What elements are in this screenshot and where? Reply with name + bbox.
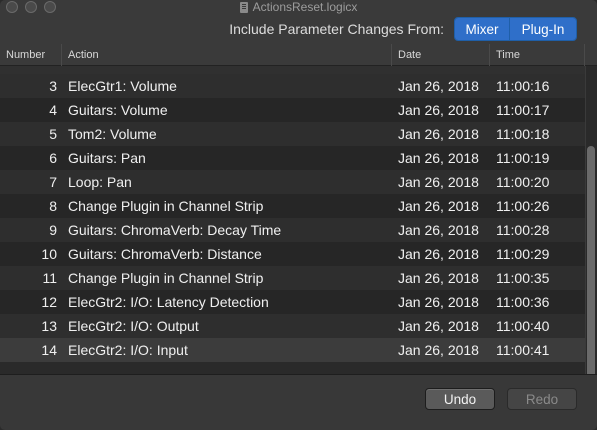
- row-date: Jan 26, 2018: [398, 174, 479, 190]
- window-title: ActionsReset.logicx: [252, 0, 358, 14]
- row-action: Guitars: ChromaVerb: Distance: [68, 246, 262, 262]
- row-number: 5: [49, 126, 57, 142]
- row-number: 11: [42, 270, 57, 286]
- row-time: 11:00:41: [496, 342, 550, 358]
- column-header-number[interactable]: Number: [0, 44, 62, 66]
- table-body: 3 ElecGtr1: Volume Jan 26, 2018 11:00:16 4 Gu…: [0, 66, 585, 374]
- row-number: 14: [41, 342, 57, 358]
- row-action: Change Plugin in Channel Strip: [68, 270, 264, 286]
- row-action: Tom2: Volume: [68, 126, 157, 142]
- column-header-action[interactable]: Action: [62, 44, 392, 66]
- row-time: 11:00:35: [496, 270, 550, 286]
- table-row[interactable]: 8 Change Plugin in Channel Strip Jan 26, 2…: [0, 194, 585, 218]
- row-number: 3: [49, 78, 57, 94]
- row-date: Jan 26, 2018: [398, 294, 479, 310]
- row-time: 11:00:40: [496, 318, 550, 334]
- row-number: 13: [41, 318, 57, 334]
- row-date: Jan 26, 2018: [398, 198, 479, 214]
- row-time: 11:00:28: [496, 222, 550, 238]
- title-bar: ActionsReset.logicx: [0, 0, 597, 14]
- row-time: 11:00:29: [496, 246, 550, 262]
- toolbar: Include Parameter Changes From: Mixer Pl…: [0, 14, 597, 44]
- row-action: Change Plugin in Channel Strip: [68, 198, 264, 214]
- undo-button[interactable]: Undo: [425, 388, 495, 410]
- table-header: Number Action Date Time: [0, 44, 597, 66]
- row-action: Guitars: Pan: [68, 150, 146, 166]
- source-segmented-control: Mixer Plug-In: [454, 17, 577, 41]
- row-action: ElecGtr1: Volume: [68, 78, 177, 94]
- row-date: Jan 26, 2018: [398, 126, 479, 142]
- row-date: Jan 26, 2018: [398, 102, 479, 118]
- row-number: 10: [41, 246, 57, 262]
- row-number: 8: [49, 198, 57, 214]
- row-date: Jan 26, 2018: [398, 150, 479, 166]
- row-number: 6: [49, 150, 57, 166]
- footer-bar: Undo Redo: [0, 374, 597, 430]
- row-number: 7: [49, 174, 57, 190]
- actions-table: Number Action Date Time 3 ElecGtr1: Volum…: [0, 44, 597, 400]
- document-icon: [239, 1, 248, 13]
- table-row[interactable]: 14 ElecGtr2: I/O: Input Jan 26, 2018 11:00:…: [0, 338, 585, 362]
- plugin-toggle-button[interactable]: Plug-In: [510, 18, 576, 40]
- row-date: Jan 26, 2018: [398, 342, 479, 358]
- row-number: 4: [49, 102, 57, 118]
- row-time: 11:00:26: [496, 198, 550, 214]
- row-time: 11:00:16: [496, 78, 550, 94]
- table-row[interactable]: 5 Tom2: Volume Jan 26, 2018 11:00:18: [0, 122, 585, 146]
- column-header-date[interactable]: Date: [392, 44, 490, 66]
- row-number: 12: [41, 294, 57, 310]
- row-date: Jan 26, 2018: [398, 318, 479, 334]
- row-date: Jan 26, 2018: [398, 246, 479, 262]
- row-time: 11:00:17: [496, 102, 550, 118]
- row-date: Jan 26, 2018: [398, 78, 479, 94]
- row-action: ElecGtr2: I/O: Input: [68, 342, 188, 358]
- mixer-toggle-button[interactable]: Mixer: [455, 18, 510, 40]
- table-row[interactable]: 10 Guitars: ChromaVerb: Distance Jan 26, 2…: [0, 242, 585, 266]
- row-time: 11:00:19: [496, 150, 550, 166]
- table-row[interactable]: 9 Guitars: ChromaVerb: Decay Time Jan 26, …: [0, 218, 585, 242]
- column-header-time[interactable]: Time: [490, 44, 585, 66]
- row-time: 11:00:20: [496, 174, 550, 190]
- vertical-scrollbar-thumb[interactable]: [587, 146, 595, 400]
- row-number: 9: [49, 222, 57, 238]
- row-action: ElecGtr2: I/O: Output: [68, 318, 199, 334]
- row-action: Guitars: Volume: [68, 102, 168, 118]
- table-row[interactable]: 4 Guitars: Volume Jan 26, 2018 11:00:17: [0, 98, 585, 122]
- include-parameter-label: Include Parameter Changes From:: [229, 21, 444, 37]
- partially-hidden-row: [0, 66, 585, 74]
- table-row[interactable]: 3 ElecGtr1: Volume Jan 26, 2018 11:00:16: [0, 74, 585, 98]
- window-title-group: ActionsReset.logicx: [0, 0, 597, 14]
- table-row[interactable]: 11 Change Plugin in Channel Strip Jan 26, …: [0, 266, 585, 290]
- row-time: 11:00:36: [496, 294, 550, 310]
- row-action: ElecGtr2: I/O: Latency Detection: [68, 294, 269, 310]
- table-row[interactable]: 13 ElecGtr2: I/O: Output Jan 26, 2018 11:00…: [0, 314, 585, 338]
- table-row[interactable]: 12 ElecGtr2: I/O: Latency Detection Jan 26…: [0, 290, 585, 314]
- actions-window: ActionsReset.logicx Include Parameter Ch…: [0, 0, 597, 430]
- row-time: 11:00:18: [496, 126, 550, 142]
- redo-button[interactable]: Redo: [507, 388, 577, 410]
- row-action: Guitars: ChromaVerb: Decay Time: [68, 222, 282, 238]
- row-date: Jan 26, 2018: [398, 270, 479, 286]
- row-action: Loop: Pan: [68, 174, 132, 190]
- row-date: Jan 26, 2018: [398, 222, 479, 238]
- table-row[interactable]: 7 Loop: Pan Jan 26, 2018 11:00:20: [0, 170, 585, 194]
- table-row[interactable]: 6 Guitars: Pan Jan 26, 2018 11:00:19: [0, 146, 585, 170]
